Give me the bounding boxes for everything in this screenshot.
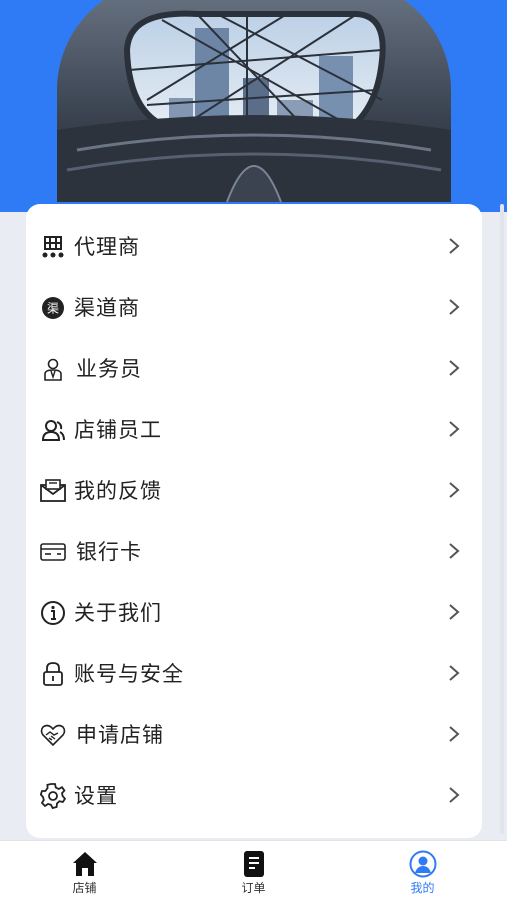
bottom-tab-bar: 店铺 订单 我的 <box>0 840 507 901</box>
channel-badge-text: 渠 <box>47 302 59 316</box>
tab-mine[interactable]: 我的 <box>338 841 507 901</box>
menu-item-label: 业务员 <box>76 357 142 381</box>
menu-item-salesperson[interactable]: 业务员 <box>26 340 482 398</box>
handshake-icon <box>40 722 66 748</box>
chevron-right-icon <box>449 421 460 437</box>
menu-item-agent[interactable]: 代理商 <box>26 218 482 276</box>
chevron-right-icon <box>449 543 460 559</box>
chevron-right-icon <box>449 665 460 681</box>
salesperson-icon <box>40 356 66 382</box>
chevron-right-icon <box>449 604 460 620</box>
chevron-right-icon <box>449 787 460 803</box>
menu-item-channel[interactable]: 渠 渠道商 <box>26 279 482 337</box>
menu-item-label: 申请店铺 <box>76 723 164 747</box>
tab-label: 我的 <box>410 881 435 895</box>
menu-item-label: 设置 <box>74 784 118 808</box>
header-banner <box>0 0 507 212</box>
menu-item-label: 代理商 <box>74 235 140 259</box>
channel-icon: 渠 <box>40 295 66 321</box>
feedback-icon <box>40 478 66 504</box>
chevron-right-icon <box>449 360 460 376</box>
menu-item-settings[interactable]: 设置 <box>26 767 482 825</box>
chevron-right-icon <box>449 482 460 498</box>
info-icon <box>40 600 66 626</box>
menu-item-staff[interactable]: 店铺员工 <box>26 401 482 459</box>
agent-icon <box>40 234 66 260</box>
home-icon <box>73 852 97 876</box>
bank-card-icon <box>40 539 66 565</box>
menu-item-bank-card[interactable]: 银行卡 <box>26 523 482 581</box>
tab-store[interactable]: 店铺 <box>0 841 169 901</box>
chevron-right-icon <box>449 299 460 315</box>
lock-icon <box>40 661 66 687</box>
chevron-right-icon <box>449 238 460 254</box>
menu-item-about[interactable]: 关于我们 <box>26 584 482 642</box>
order-icon <box>244 851 264 877</box>
menu-item-label: 银行卡 <box>76 540 142 564</box>
chevron-right-icon <box>449 726 460 742</box>
menu-item-label: 店铺员工 <box>74 418 162 442</box>
menu-item-label: 渠道商 <box>74 296 140 320</box>
menu-item-apply-store[interactable]: 申请店铺 <box>26 706 482 764</box>
menu-item-label: 关于我们 <box>74 601 162 625</box>
menu-item-label: 我的反馈 <box>74 479 162 503</box>
menu-item-feedback[interactable]: 我的反馈 <box>26 462 482 520</box>
tab-label: 店铺 <box>72 881 97 895</box>
staff-icon <box>40 417 66 443</box>
menu-item-label: 账号与安全 <box>74 662 184 686</box>
tab-label: 订单 <box>241 881 266 895</box>
menu-card: 代理商 渠 渠道商 业务员 店铺员工 我的反馈 银行卡 关于我们 账号与安全 申… <box>26 204 482 838</box>
tab-orders[interactable]: 订单 <box>169 841 338 901</box>
user-icon <box>409 850 437 878</box>
banner-image <box>57 0 451 202</box>
gear-icon <box>40 783 66 809</box>
scrollbar[interactable] <box>500 204 504 834</box>
menu-item-account-security[interactable]: 账号与安全 <box>26 645 482 703</box>
